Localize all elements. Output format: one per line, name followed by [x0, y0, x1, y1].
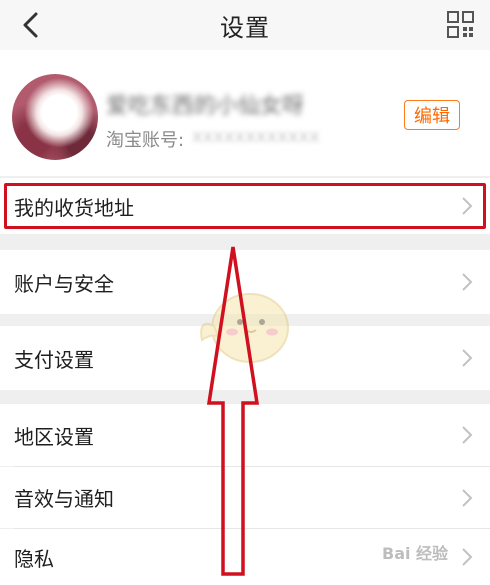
chevron-left-icon: [23, 12, 38, 38]
chevron-right-icon: [462, 488, 473, 507]
account-label: 淘宝账号:: [106, 130, 185, 151]
menu-item-address-label: 我的收货地址: [14, 195, 134, 220]
chevron-right-icon: [462, 197, 473, 215]
avatar[interactable]: [12, 74, 98, 160]
edit-profile-button[interactable]: 编辑: [404, 100, 460, 130]
menu-item-security-label: 账户与安全: [14, 271, 114, 296]
page-title: 设置: [220, 13, 270, 42]
chevron-right-icon: [462, 349, 473, 367]
grid-icon: [447, 11, 474, 38]
chevron-right-icon: [462, 273, 473, 291]
grid-menu-button[interactable]: [444, 8, 478, 42]
profile-nickname: 爱吃东西的小仙女呀: [106, 94, 305, 118]
menu-item-address[interactable]: 我的收货地址: [0, 178, 490, 234]
baidu-watermark: Bai 经验: [382, 544, 449, 563]
menu-item-sound-label: 音效与通知: [14, 487, 114, 511]
top-bar: 设置: [0, 0, 490, 50]
menu-item-privacy-label: 隐私: [14, 546, 54, 571]
chevron-right-icon: [462, 548, 473, 566]
chevron-right-icon: [462, 426, 473, 444]
up-arrow-annotation-icon: [206, 246, 260, 576]
account-value: xxxxxxxxxxxx: [192, 126, 320, 147]
menu-item-region-label: 地区设置: [14, 424, 94, 449]
back-button[interactable]: [14, 8, 48, 42]
menu-item-payment-label: 支付设置: [14, 347, 94, 372]
